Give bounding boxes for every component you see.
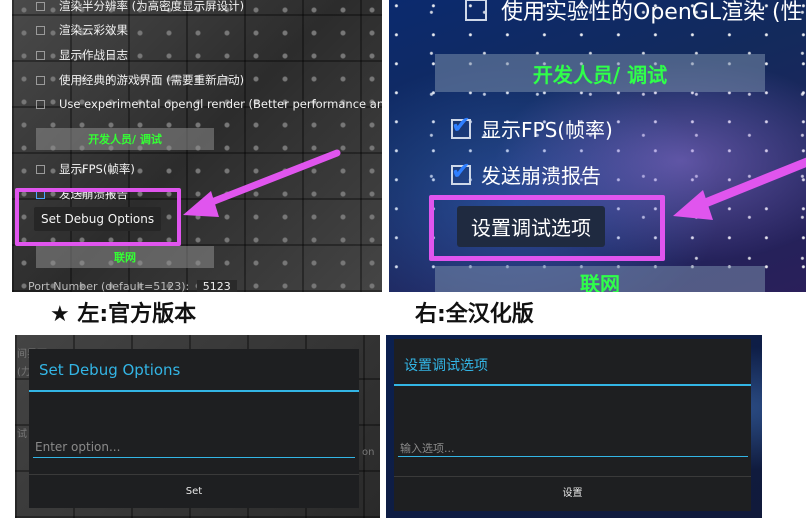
option-label: 发送崩溃报告 <box>481 164 601 188</box>
option-crash-report[interactable]: ✔ 发送崩溃报告 <box>451 157 601 189</box>
option-label: 显示作战日志 <box>59 48 128 62</box>
background-text: 试 <box>17 429 27 440</box>
checkbox[interactable] <box>36 25 45 35</box>
caption-official: ★ 左:官方版本 <box>50 302 197 327</box>
option-label: 显示FPS(帧率) <box>481 118 613 142</box>
check-icon: ✔ <box>451 156 472 185</box>
option-show-fps[interactable]: 显示FPS(帧率) <box>36 159 135 179</box>
checkbox[interactable] <box>36 75 45 85</box>
port-number-row: Port Number (default=5123): 5123 <box>28 280 237 292</box>
option-label: 渲染半分辨率 (为高密度显示屏设计) <box>59 0 245 13</box>
option-label: 显示FPS(帧率) <box>59 162 135 176</box>
category-developer-debug: 开发人员/ 调试 <box>435 54 765 92</box>
chinese-dialog-screenshot: 设置调试选项 输入选项... 设置 <box>386 335 762 518</box>
option-experimental-opengl[interactable]: Use experimental opengl render (Better p… <box>36 94 382 114</box>
option-input[interactable]: 输入选项... <box>400 440 455 456</box>
arrow-icon <box>183 149 341 217</box>
option-experimental-opengl[interactable]: 使用实验性的OpenGL渲染 (性 <box>465 0 803 26</box>
option-label: Use experimental opengl render (Better p… <box>59 97 382 111</box>
checkbox[interactable] <box>36 99 45 109</box>
input-underline <box>33 457 355 458</box>
checkbox-checked[interactable]: ✔ <box>451 157 471 185</box>
option-input[interactable]: Enter option... <box>35 440 120 454</box>
port-input[interactable]: 5123 <box>196 280 237 292</box>
option-cloud-effect[interactable]: 渲染云彩效果 <box>36 20 128 40</box>
dialog-title: Set Debug Options <box>39 361 181 379</box>
highlight-box <box>15 188 181 246</box>
set-debug-options-dialog: 设置调试选项 输入选项... 设置 <box>394 339 751 511</box>
category-network: 联网 <box>36 246 214 268</box>
checkbox[interactable] <box>36 1 45 11</box>
official-settings-screenshot: 渲染半分辨率 (为高密度显示屏设计) 渲染云彩效果 显示作战日志 使用经典的游戏… <box>12 0 382 292</box>
highlight-box <box>429 195 665 261</box>
check-icon: ✔ <box>451 110 472 139</box>
option-show-fps[interactable]: ✔ 显示FPS(帧率) <box>451 111 613 143</box>
input-underline <box>398 456 748 457</box>
set-debug-options-dialog: Set Debug Options Enter option... Set <box>29 349 359 508</box>
arrow-icon <box>673 157 806 220</box>
checkbox[interactable] <box>465 0 487 21</box>
option-classic-ui[interactable]: 使用经典的游戏界面 (需要重新启动) <box>36 70 244 90</box>
port-label: Port Number (default=5123): <box>28 280 190 292</box>
dialog-title: 设置调试选项 <box>404 358 488 374</box>
option-half-resolution[interactable]: 渲染半分辨率 (为高密度显示屏设计) <box>36 0 244 16</box>
option-label: 使用实验性的OpenGL渲染 (性 <box>501 0 803 25</box>
category-network: 联网 <box>435 266 765 292</box>
set-button[interactable]: Set <box>29 475 359 508</box>
set-button[interactable]: 设置 <box>394 477 751 511</box>
background-text: on <box>362 447 375 458</box>
checkbox-checked[interactable]: ✔ <box>451 111 471 139</box>
checkbox[interactable] <box>36 50 45 60</box>
title-divider <box>394 384 751 386</box>
caption-chinese: 右:全汉化版 <box>415 302 534 327</box>
chinese-settings-screenshot: 使用实验性的OpenGL渲染 (性 开发人员/ 调试 ✔ 显示FPS(帧率) ✔… <box>389 0 806 292</box>
checkbox[interactable] <box>36 164 45 174</box>
option-combat-log[interactable]: 显示作战日志 <box>36 45 128 65</box>
option-label: 渲染云彩效果 <box>59 23 128 37</box>
option-label: 使用经典的游戏界面 (需要重新启动) <box>59 73 245 87</box>
title-divider <box>29 390 359 392</box>
official-dialog-screenshot: 间界面) (力 试 on Set Debug Options Enter opt… <box>15 335 380 518</box>
